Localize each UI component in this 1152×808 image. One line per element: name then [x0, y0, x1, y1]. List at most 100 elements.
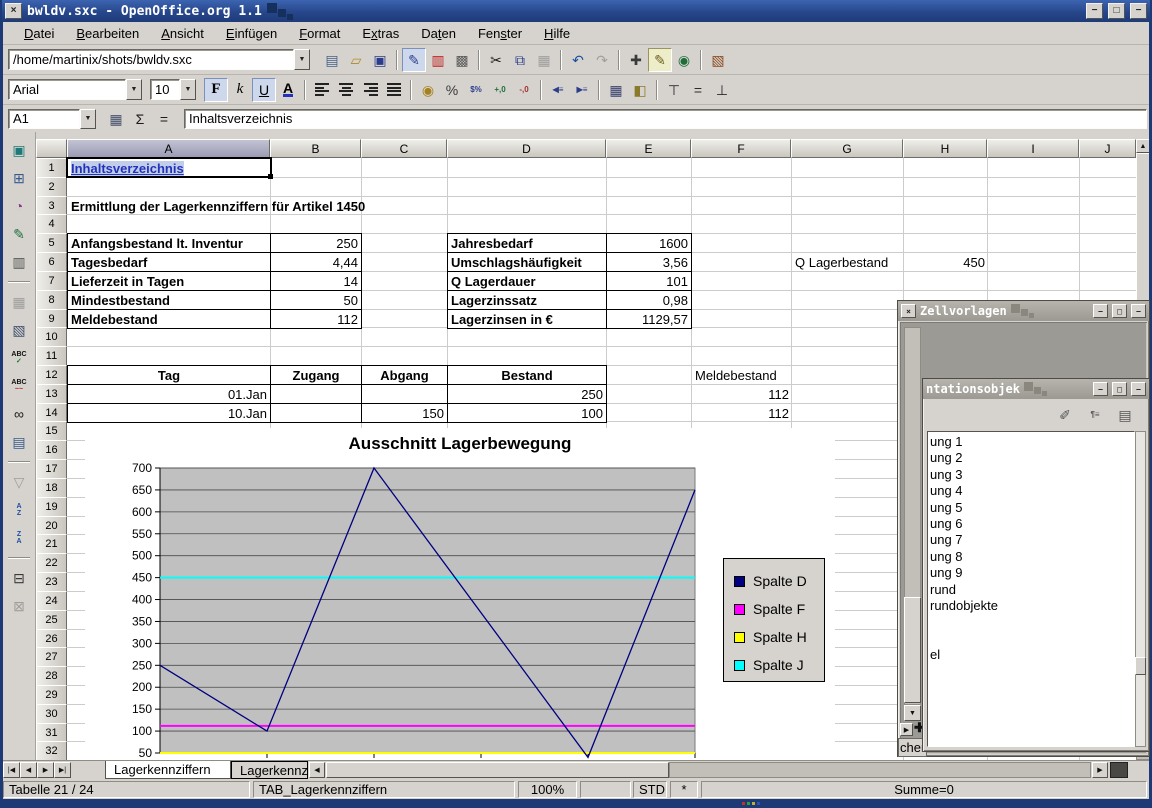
redo-button[interactable]: ↷ [590, 48, 614, 72]
cell-B7[interactable]: 14 [270, 271, 362, 291]
decrease-indent-button[interactable]: ◀≡ [546, 78, 570, 102]
menu-item-hilfe[interactable]: Hilfe [533, 24, 581, 43]
stylist-presentation-shade-button[interactable]: − [1131, 382, 1146, 396]
style-list-item-ung-8[interactable]: ung 8 [930, 549, 1132, 565]
cell-selection-handle[interactable] [268, 174, 273, 179]
standard-format-button[interactable]: $% [464, 78, 488, 102]
cut-button[interactable]: ✂ [484, 48, 508, 72]
align-top-button[interactable]: ⊤ [662, 78, 686, 102]
cell-B13[interactable] [270, 384, 362, 404]
menu-item-format[interactable]: Format [288, 24, 351, 43]
row-header-16[interactable]: 16 [36, 440, 67, 460]
navigator-button[interactable]: ✚ [624, 48, 648, 72]
delete-decimal-button[interactable]: -,0 [512, 78, 536, 102]
stylist-button[interactable]: ✎ [648, 48, 672, 72]
stylist-cells-minimize-button[interactable]: − [1093, 304, 1108, 318]
style-list-item-blank-11[interactable] [930, 614, 1132, 630]
paste-button[interactable]: ▦ [532, 48, 556, 72]
cell-D14[interactable]: 100 [447, 403, 607, 423]
gallery-button[interactable]: ▧ [706, 48, 730, 72]
cell-B5[interactable]: 250 [270, 233, 362, 253]
function-button[interactable]: = [152, 107, 176, 131]
row-header-17[interactable]: 17 [36, 459, 67, 479]
column-header-j[interactable]: J [1079, 139, 1136, 158]
cell-A12[interactable]: Tag [67, 365, 271, 385]
scrollbar-split-handle[interactable] [1110, 762, 1128, 778]
row-header-15[interactable]: 15 [36, 421, 67, 441]
copy-button[interactable]: ⧉ [508, 48, 532, 72]
first-sheet-button[interactable]: |◀ [3, 762, 20, 778]
align-left-icon[interactable] [310, 78, 334, 102]
menu-item-datei[interactable]: Datei [13, 24, 65, 43]
row-header-22[interactable]: 22 [36, 553, 67, 573]
cell-A3[interactable]: Ermittlung der Lagerkennziffern für Arti… [68, 197, 368, 216]
stylist-cells-titlebar[interactable]: × Zellvorlagen − □ − [898, 301, 1149, 321]
cell-D12[interactable]: Bestand [447, 365, 607, 385]
stylist-presentation-maximize-button[interactable]: □ [1112, 382, 1127, 396]
row-header-24[interactable]: 24 [36, 591, 67, 611]
currency-format-button[interactable]: ◉ [416, 78, 440, 102]
menu-item-extras[interactable]: Extras [351, 24, 410, 43]
increase-indent-button[interactable]: ▶≡ [570, 78, 594, 102]
align-bottom-button[interactable]: ⊥ [710, 78, 734, 102]
cell-A9[interactable]: Meldebestand [67, 309, 271, 329]
cell-D6[interactable]: Umschlagshäufigkeit [447, 252, 607, 272]
style-list-item-blank-12[interactable] [930, 631, 1132, 647]
cell-H6[interactable]: 450 [904, 253, 988, 272]
stylist-cells-close-button[interactable]: × [901, 304, 916, 318]
insert-table-button[interactable]: ▦ [7, 290, 31, 314]
formula-input[interactable]: Inhaltsverzeichnis [184, 109, 1147, 129]
column-header-e[interactable]: E [606, 139, 691, 158]
cell-A14[interactable]: 10.Jan [67, 403, 271, 423]
row-header-13[interactable]: 13 [36, 384, 67, 404]
stylist-cells-maximize-button[interactable]: □ [1112, 304, 1127, 318]
style-list[interactable]: ung 1ung 2ung 3ung 4ung 5ung 6ung 7ung 8… [927, 431, 1135, 747]
row-header-3[interactable]: 3 [36, 196, 67, 216]
cell-C12[interactable]: Abgang [361, 365, 448, 385]
cell-B14[interactable] [270, 403, 362, 423]
align-right-icon[interactable] [358, 78, 382, 102]
row-header-6[interactable]: 6 [36, 252, 67, 272]
row-header-21[interactable]: 21 [36, 534, 67, 554]
export-pdf-button[interactable]: ▥ [426, 48, 450, 72]
add-decimal-button[interactable]: +,0 [488, 78, 512, 102]
font-name-dropdown[interactable]: ▼ [126, 79, 142, 100]
cell-E9[interactable]: 1129,57 [606, 309, 692, 329]
row-header-25[interactable]: 25 [36, 610, 67, 630]
cell-D5[interactable]: Jahresbedarf [447, 233, 607, 253]
minimize-button[interactable]: − [1086, 3, 1103, 19]
font-size-combo[interactable]: 10 [150, 79, 180, 100]
row-header-29[interactable]: 29 [36, 685, 67, 705]
cell-C14[interactable]: 150 [361, 403, 448, 423]
row-header-30[interactable]: 30 [36, 704, 67, 724]
row-header-12[interactable]: 12 [36, 365, 67, 385]
cell-D7[interactable]: Q Lagerdauer [447, 271, 607, 291]
stylist-presentation-titlebar[interactable]: ntationsobjek − □ − [923, 379, 1149, 399]
row-header-32[interactable]: 32 [36, 741, 67, 761]
name-box[interactable]: A1 [8, 109, 80, 129]
url-input[interactable]: /home/martinix/shots/bwldv.sxc [8, 49, 294, 70]
cell-B8[interactable]: 50 [270, 290, 362, 310]
menu-item-bearbeiten[interactable]: Bearbeiten [65, 24, 150, 43]
next-sheet-button[interactable]: ▶ [37, 762, 54, 778]
cell-A13[interactable]: 01.Jan [67, 384, 271, 404]
hscroll-left-button[interactable]: ◀ [309, 762, 325, 778]
style-list-item-ung-9[interactable]: ung 9 [930, 565, 1132, 581]
cell-B12[interactable]: Zugang [270, 365, 362, 385]
menu-item-fenster[interactable]: Fenster [467, 24, 533, 43]
previous-sheet-button[interactable]: ◀ [20, 762, 37, 778]
insert-cells-button[interactable]: ⊞ [7, 166, 31, 190]
update-style-button[interactable]: ▤ [1113, 403, 1137, 427]
underline-button[interactable]: U [252, 78, 276, 102]
select-all-corner[interactable] [36, 139, 67, 158]
row-header-27[interactable]: 27 [36, 647, 67, 667]
autospellcheck-button[interactable]: ABC~~ [7, 374, 31, 398]
status-zoom[interactable]: 100% [518, 781, 577, 798]
align-justify-icon[interactable] [382, 78, 406, 102]
style-list-item-ung-5[interactable]: ung 5 [930, 500, 1132, 516]
cell-E5[interactable]: 1600 [606, 233, 692, 253]
row-header-19[interactable]: 19 [36, 497, 67, 517]
spellcheck-button[interactable]: ABC✓ [7, 346, 31, 370]
column-header-a[interactable]: A [67, 139, 270, 158]
new-document-button[interactable]: ▤ [320, 48, 344, 72]
